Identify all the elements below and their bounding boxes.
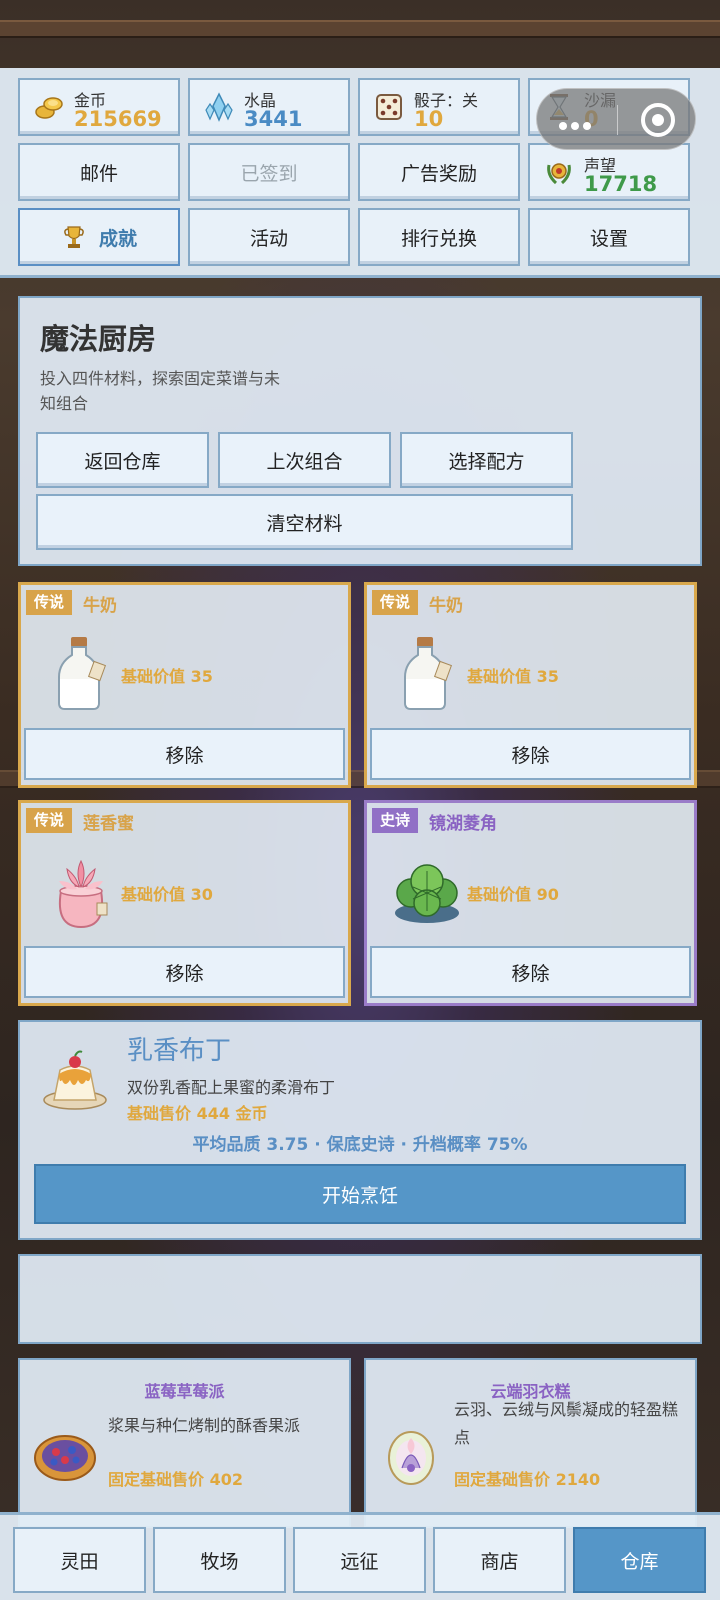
ingredient-slot: 传说 牛奶 基础价值 35 移除: [18, 582, 351, 788]
rarity-badge: 史诗: [372, 808, 419, 833]
clear-materials-button[interactable]: 清空材料: [36, 494, 573, 550]
trophy-icon: [64, 226, 84, 248]
dice-resource[interactable]: 骰子：关 10: [358, 78, 520, 136]
rarity-badge: 传说: [372, 590, 419, 615]
ingredient-name: 牛奶: [429, 596, 463, 616]
reputation-resource: 声望 17718: [528, 143, 690, 201]
milk-bottle-icon: [404, 637, 453, 710]
recipe-price: 基础售价 444 金币: [127, 1104, 268, 1123]
recipe-card[interactable]: 云端羽衣糕 云羽、云绒与风鬃凝成的轻盈糕点 固定基础售价 2140: [364, 1358, 697, 1528]
mini-program-capsule: [536, 88, 696, 150]
crystal-value: 3441: [244, 107, 303, 131]
tab-ranch[interactable]: 牧场: [153, 1527, 286, 1593]
dice-value: 10: [414, 107, 444, 131]
tab-warehouse[interactable]: 仓库: [573, 1527, 706, 1593]
achievement-button[interactable]: 成就: [18, 208, 180, 266]
recipe-description: 双份乳香配上果蜜的柔滑布丁: [127, 1078, 336, 1097]
rarity-badge: 传说: [26, 590, 73, 615]
recipe-card[interactable]: 蓝莓草莓派 浆果与种仁烤制的酥香果派 固定基础售价 402: [18, 1358, 351, 1528]
gold-resource: 金币 215669: [18, 78, 180, 136]
ingredient-slot: 史诗 镜湖菱角 基础价值 90 移除: [364, 800, 697, 1006]
pudding-icon: [43, 1050, 107, 1110]
ingredient-value: 基础价值 30: [121, 885, 213, 904]
remove-button[interactable]: 移除: [370, 728, 691, 780]
recipe-card-description: 浆果与种仁烤制的酥香果派: [108, 1416, 301, 1435]
ingredient-value: 基础价值 35: [121, 667, 213, 686]
tab-expedition[interactable]: 远征: [293, 1527, 426, 1593]
kitchen-description: 投入四件材料，探索固定菜谱与未知组合: [40, 369, 281, 413]
start-cooking-button[interactable]: 开始烹饪: [34, 1164, 686, 1224]
recipe-card-price: 固定基础售价 2140: [454, 1470, 601, 1489]
more-options-icon[interactable]: [559, 115, 595, 134]
recipe-card-name: 蓝莓草莓派: [144, 1382, 225, 1401]
remove-button[interactable]: 移除: [370, 946, 691, 998]
remove-button[interactable]: 移除: [24, 728, 345, 780]
close-target-icon[interactable]: [641, 103, 675, 137]
empty-panel: [18, 1254, 702, 1344]
ingredient-name: 莲香蜜: [83, 814, 134, 834]
crystal-resource: 水晶 3441: [188, 78, 350, 136]
ranking-exchange-button[interactable]: 排行兑换: [358, 208, 520, 266]
back-to-warehouse-button[interactable]: 返回仓库: [36, 432, 209, 488]
ingredient-slot: 传说 莲香蜜 基础价值 30 移除: [18, 800, 351, 1006]
ingredient-slot: 传说 牛奶 基础价值 35 移除: [364, 582, 697, 788]
laurel-medal-icon: [547, 163, 571, 185]
ingredient-value: 基础价值 90: [467, 885, 559, 904]
reputation-value: 17718: [584, 172, 658, 196]
ad-reward-button[interactable]: 广告奖励: [358, 143, 520, 201]
recipe-name: 乳香布丁: [127, 1036, 232, 1066]
recipe-result-panel: 乳香布丁 双份乳香配上果蜜的柔滑布丁 基础售价 444 金币 平均品质 3.75…: [18, 1020, 702, 1240]
last-combo-button[interactable]: 上次组合: [218, 432, 391, 488]
recipe-card-price: 固定基础售价 402: [108, 1470, 243, 1489]
rarity-badge: 传说: [26, 808, 73, 833]
background-shelf: [0, 20, 720, 38]
magic-kitchen-panel: 魔法厨房 投入四件材料，探索固定菜谱与未知组合 返回仓库 上次组合 选择配方 清…: [18, 296, 702, 566]
activity-button[interactable]: 活动: [188, 208, 350, 266]
water-chestnut-plant-icon: [395, 864, 459, 923]
settings-button[interactable]: 设置: [528, 208, 690, 266]
gold-coins-icon: [35, 97, 63, 119]
recipe-stats: 平均品质 3.75 · 保底史诗 · 升档概率 75%: [192, 1135, 528, 1155]
ingredient-value: 基础价值 35: [467, 667, 559, 686]
lotus-honey-jar-icon: [59, 859, 108, 929]
mail-button[interactable]: 邮件: [18, 143, 180, 201]
capsule-divider: [617, 105, 618, 135]
ingredient-name: 镜湖菱角: [429, 814, 497, 834]
gold-value: 215669: [74, 107, 162, 131]
feather-cake-icon: [388, 1431, 434, 1485]
choose-recipe-button[interactable]: 选择配方: [400, 432, 573, 488]
tab-spirit-field[interactable]: 灵田: [13, 1527, 146, 1593]
dice-icon: [376, 94, 402, 120]
remove-button[interactable]: 移除: [24, 946, 345, 998]
berry-pie-icon: [34, 1435, 96, 1481]
milk-bottle-icon: [58, 637, 107, 710]
bottom-navigation: 灵田 牧场 远征 商店 仓库: [0, 1512, 720, 1600]
recipe-card-description: 云羽、云绒与风鬃凝成的轻盈糕点: [454, 1400, 679, 1447]
kitchen-title: 魔法厨房: [40, 322, 157, 356]
tab-shop[interactable]: 商店: [433, 1527, 566, 1593]
crystal-icon: [205, 92, 233, 122]
ingredient-name: 牛奶: [83, 596, 117, 616]
signed-in-button[interactable]: 已签到: [188, 143, 350, 201]
achievement-label: 成就: [98, 227, 137, 250]
